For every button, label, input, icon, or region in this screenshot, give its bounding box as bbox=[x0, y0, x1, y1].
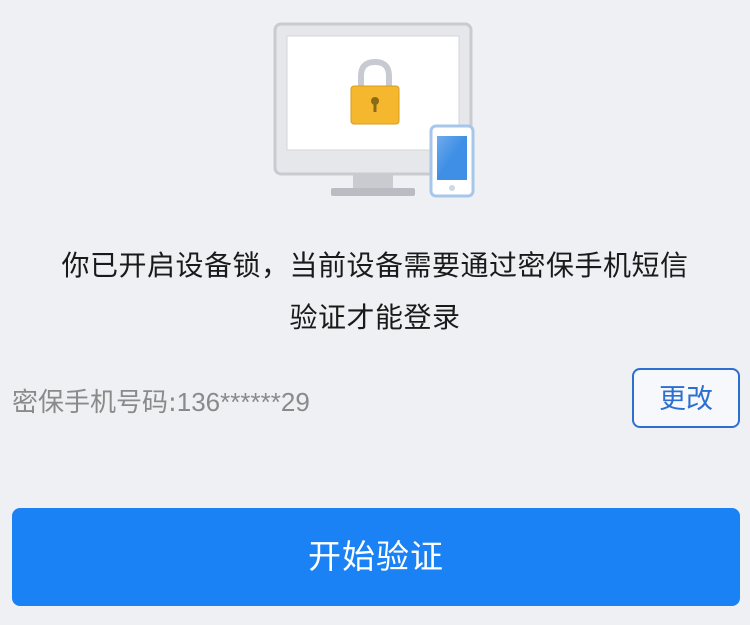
change-phone-button[interactable]: 更改 bbox=[632, 368, 740, 428]
message-line-1: 你已开启设备锁，当前设备需要通过密保手机短信 bbox=[61, 249, 689, 282]
security-phone-label: 密保手机号码:136******29 bbox=[12, 380, 310, 425]
phone-label-text: 密保手机号码: bbox=[12, 388, 177, 418]
phone-number-value: 136******29 bbox=[176, 387, 310, 417]
message-line-2: 验证才能登录 bbox=[289, 301, 461, 334]
security-phone-row: 密保手机号码:136******29 更改 bbox=[12, 368, 740, 434]
device-lock-illustration bbox=[265, 18, 485, 204]
device-lock-message: 你已开启设备锁，当前设备需要通过密保手机短信 验证才能登录 bbox=[0, 240, 750, 344]
monitor-lock-phone-icon bbox=[273, 22, 475, 198]
start-verification-button[interactable]: 开始验证 bbox=[12, 508, 740, 606]
